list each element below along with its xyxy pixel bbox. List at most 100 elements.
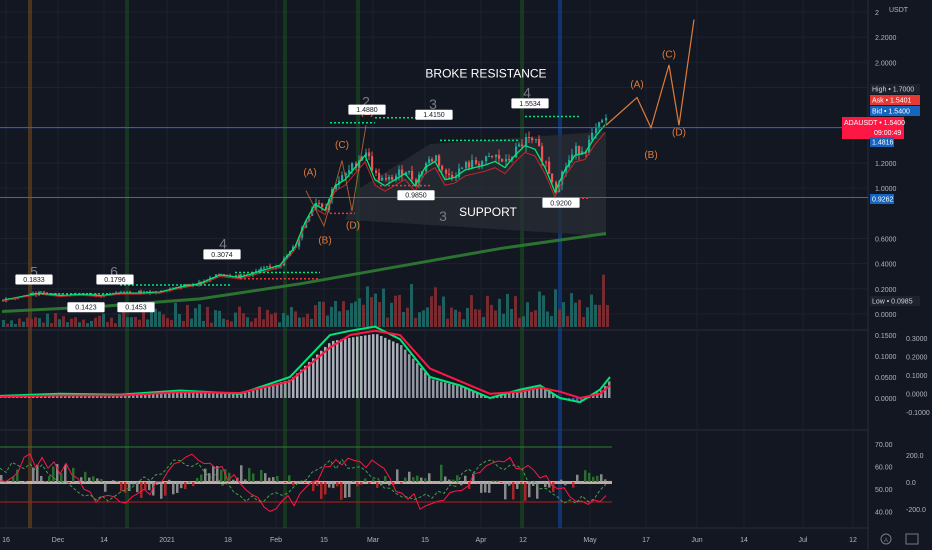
osc-axis-label: 50.00 [875, 487, 893, 494]
osc-bar [540, 482, 543, 483]
osc-bar [200, 474, 203, 482]
volume-bar [450, 307, 453, 327]
candle-body [381, 178, 384, 181]
macd-histogram-bar [224, 393, 227, 398]
osc-bar [8, 480, 11, 482]
macd-histogram-bar [216, 393, 219, 398]
osc-bar [344, 482, 347, 498]
candle-body [525, 136, 528, 147]
volume-bar [170, 319, 173, 327]
time-tick: 14 [100, 537, 108, 544]
volume-bar [146, 319, 149, 327]
osc-bar [444, 476, 447, 482]
volume-bar [162, 314, 165, 327]
time-tick: 2021 [159, 537, 175, 544]
volume-bar [466, 307, 469, 327]
osc-bar [364, 478, 367, 482]
osc-bar [576, 474, 579, 482]
macd-histogram-bar [444, 382, 447, 398]
osc-bar [176, 482, 179, 493]
candle-body [138, 291, 141, 293]
candle-body [481, 161, 484, 166]
volume-bar [158, 311, 161, 327]
macd-histogram-bar [608, 381, 611, 398]
macd-histogram-bar [300, 369, 303, 398]
osc-bar [108, 481, 111, 483]
macd-axis-label: 0.0000 [875, 396, 897, 403]
candle-body [495, 154, 498, 157]
osc-bar [508, 482, 511, 486]
macd-histogram-bar [420, 367, 423, 398]
volume-bar [302, 317, 305, 327]
bid-label: Bid • 1.5400 [872, 109, 910, 116]
osc-bar [588, 472, 591, 482]
volume-bar [206, 306, 209, 327]
osc-bar [288, 475, 291, 482]
candle-body [441, 165, 444, 170]
candle-body [551, 173, 554, 183]
macd-histogram-bar [272, 384, 275, 398]
candle-body [591, 132, 594, 140]
volume-bar [478, 309, 481, 327]
candle-body [478, 163, 481, 166]
osc-bar [352, 480, 355, 482]
volume-bar [394, 295, 397, 327]
volume-bar [386, 317, 389, 327]
macd-histogram-bar [436, 380, 439, 398]
candle-body [318, 202, 321, 204]
volume-bar [510, 308, 513, 327]
macd-histogram-bar [392, 341, 395, 398]
volume-bar [106, 322, 109, 327]
volume-bar [94, 317, 97, 327]
volume-bar [166, 318, 169, 327]
volume-bar [102, 313, 105, 327]
volume-bar [354, 301, 357, 327]
candle-body [458, 168, 461, 178]
volume-bar [2, 320, 5, 327]
osc-bar [64, 464, 67, 482]
osc-bar [464, 475, 467, 482]
volume-bar [198, 304, 201, 327]
osc-bar [492, 480, 495, 482]
price-tick: 2.2000 [875, 35, 897, 42]
osc-bar [584, 470, 587, 482]
osc-bar [272, 477, 275, 482]
candle-body [501, 158, 504, 162]
candle-body [266, 266, 269, 268]
osc-bar [332, 482, 335, 489]
osc-bar [248, 468, 251, 482]
volume-bar [90, 320, 93, 327]
volume-bar [378, 302, 381, 327]
volume-bar [210, 322, 213, 327]
volume-bar [498, 298, 501, 327]
price-tag: 0.9200 [550, 200, 572, 207]
macd-axis-label: 0.0500 [875, 375, 897, 382]
chart-annotation: 4 [219, 236, 227, 252]
macd-histogram-bar [416, 363, 419, 398]
osc-bar [488, 482, 491, 493]
macd-histogram-bar [248, 391, 251, 398]
osc-bar [348, 482, 351, 498]
price-tick: 2 [875, 10, 879, 17]
candle-body [368, 152, 371, 157]
volume-bar [142, 312, 145, 327]
osc-bar [416, 475, 419, 482]
osc-bar [52, 466, 55, 482]
volume-bar [38, 318, 41, 327]
trading-chart[interactable]: BROKE RESISTANCESUPPORT(A)(B)(C)(D)(E)(A… [0, 0, 932, 550]
macd-histogram-bar [448, 383, 451, 398]
chart-annotation: (D) [672, 127, 686, 138]
volume-bar [438, 305, 441, 327]
macd-histogram-bar [440, 381, 443, 398]
volume-bar [334, 301, 337, 327]
osc-bar [476, 482, 479, 483]
osc-right-label: -200.0 [906, 507, 926, 514]
macd-histogram-bar [508, 393, 511, 398]
osc-bar [188, 481, 191, 483]
osc-bar [48, 476, 51, 482]
volume-bar [54, 313, 57, 327]
osc-bar [448, 479, 451, 482]
macd-histogram-bar [468, 389, 471, 398]
volume-bar [482, 317, 485, 327]
macd-histogram-bar [404, 349, 407, 398]
